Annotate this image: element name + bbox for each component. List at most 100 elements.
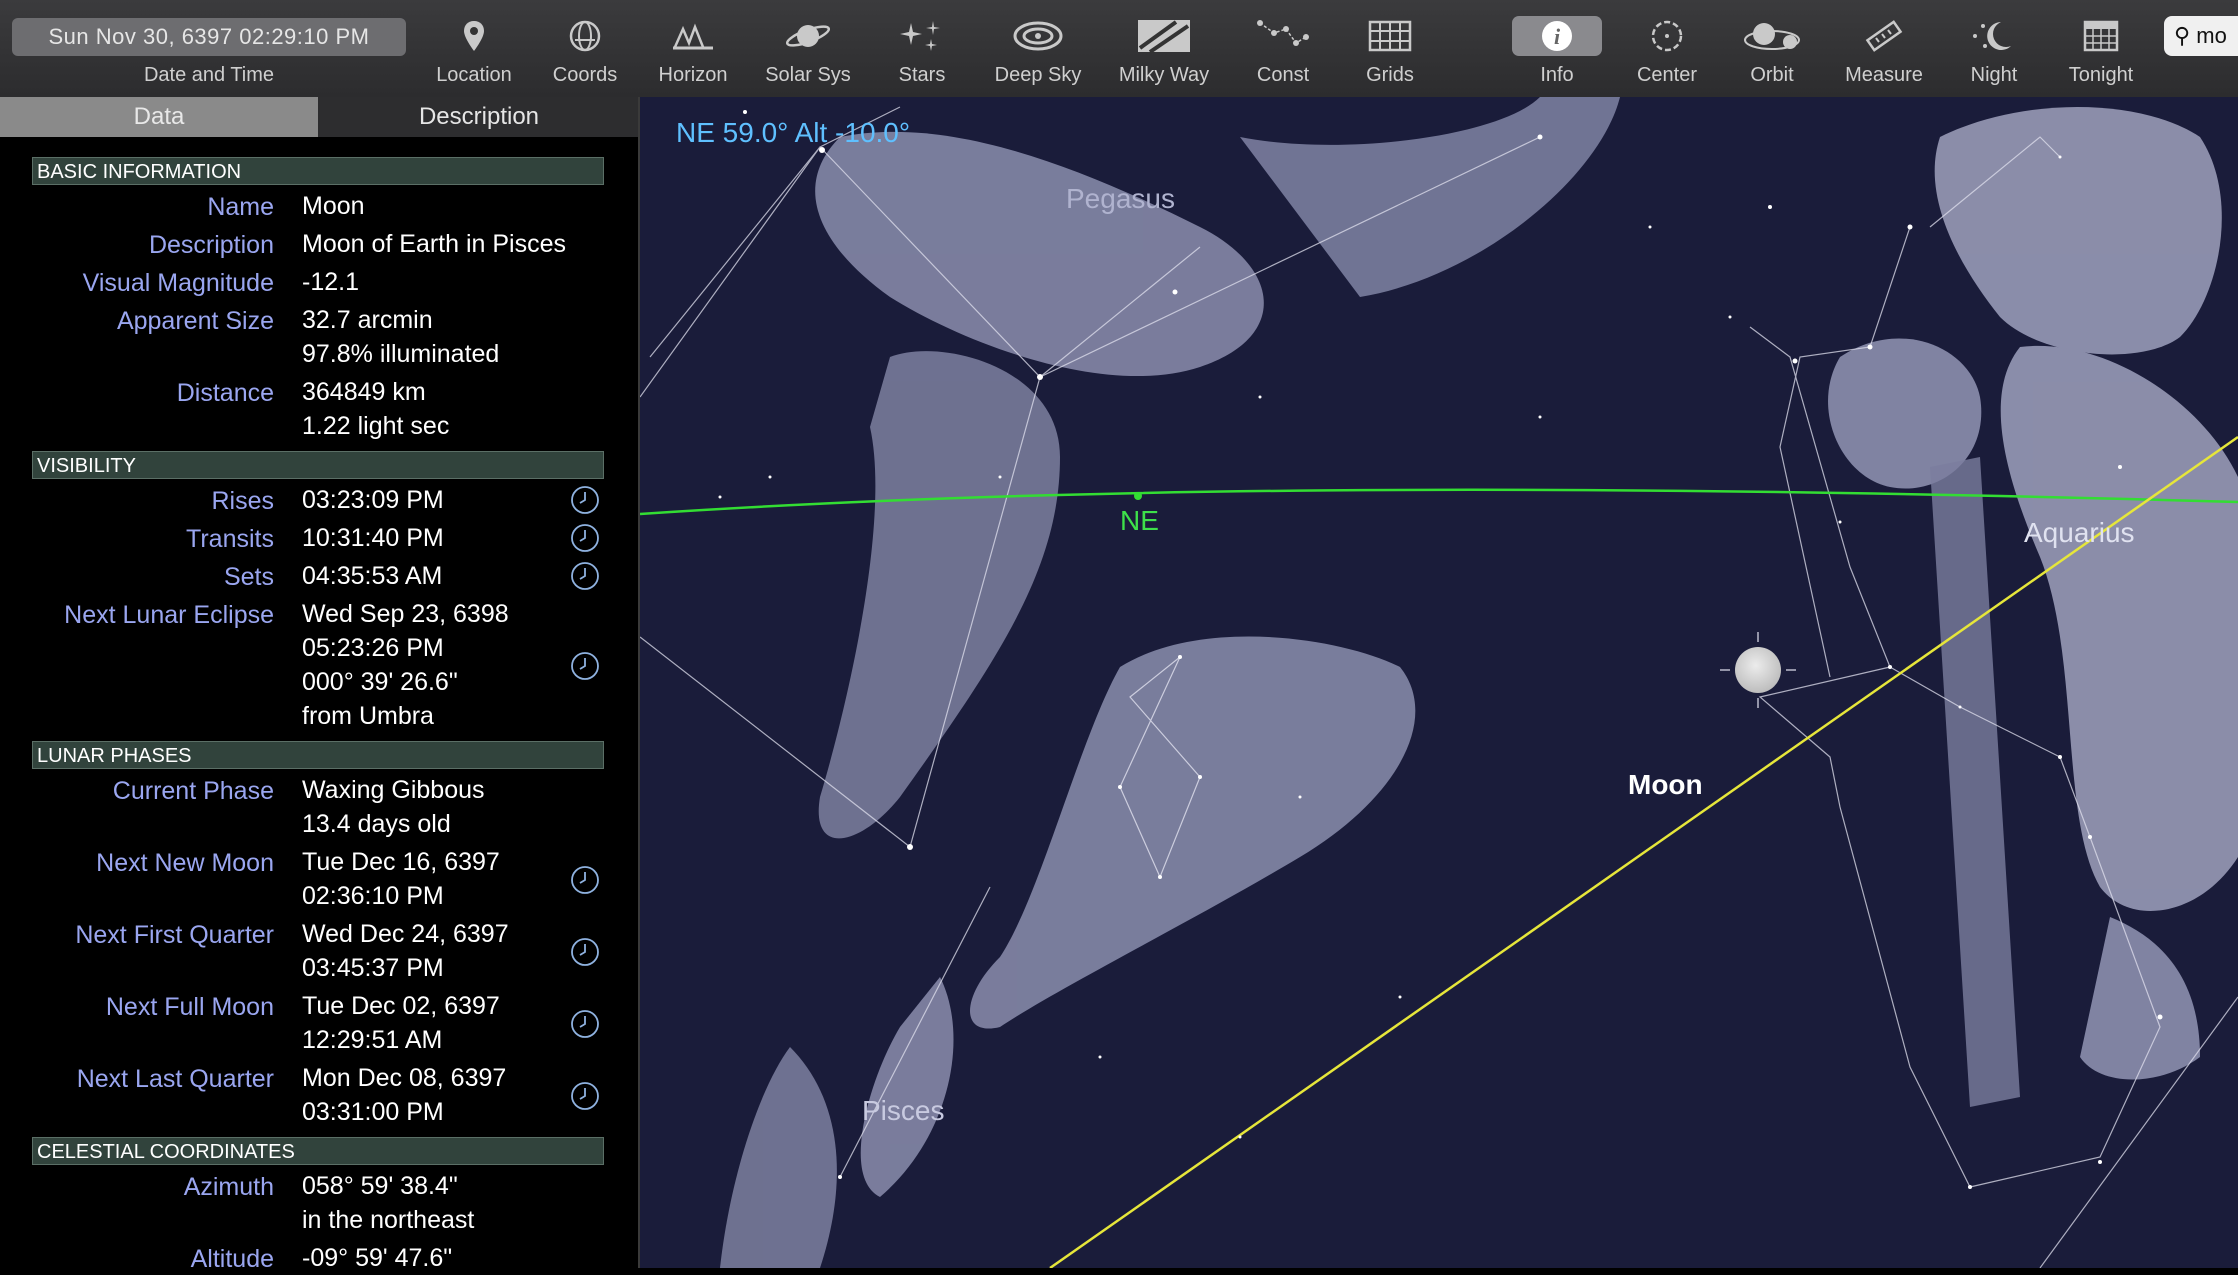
orbit-icon (1726, 16, 1818, 56)
center-label: Center (1636, 64, 1698, 86)
current-phase-value: Waxing Gibbous (302, 776, 485, 804)
tonight-label: Tonight (2068, 64, 2134, 86)
description-label: Description (148, 231, 274, 259)
panel-tabs: Data Description (0, 97, 638, 137)
horizon-marker (1134, 492, 1142, 500)
search-field[interactable]: ⚲ mo (2164, 16, 2238, 56)
stars-button[interactable]: Stars (876, 0, 968, 97)
coords-button[interactable]: Coords (540, 0, 630, 97)
sky-chart (640, 97, 2238, 1268)
eclipse-time-value: 05:23:26 PM (302, 634, 444, 662)
horizon-button[interactable]: Horizon (645, 0, 741, 97)
night-label: Night (1970, 64, 2018, 86)
measure-button[interactable]: Measure (1834, 0, 1934, 97)
center-icon (1622, 16, 1712, 56)
altitude-label: Altitude (190, 1245, 274, 1273)
deep-sky-label: Deep Sky (994, 64, 1082, 86)
toolbar: Sun Nov 30, 6397 02:29:10 PM Date and Ti… (0, 0, 2238, 98)
first-quarter-clock-icon[interactable] (570, 937, 600, 967)
full-moon-clock-icon[interactable] (570, 1009, 600, 1039)
visual-magnitude-value: -12.1 (302, 268, 359, 296)
grids-button[interactable]: Grids (1345, 0, 1435, 97)
horizon-label: Horizon (658, 64, 728, 86)
tonight-button[interactable]: Tonight (2054, 0, 2148, 97)
orbit-label: Orbit (1750, 64, 1794, 86)
tab-description[interactable]: Description (320, 97, 638, 137)
distance-km-value: 364849 km (302, 378, 426, 406)
grid-icon (1345, 16, 1435, 56)
milky-way-icon (1108, 16, 1220, 56)
illumination-value: 97.8% illuminated (302, 340, 500, 368)
stars-label: Stars (898, 64, 946, 86)
aquarius-artwork (1828, 107, 2238, 1107)
name-label: Name (207, 193, 274, 221)
apparent-size-value: 32.7 arcmin (302, 306, 433, 334)
constellation-label-aquarius[interactable]: Aquarius (2024, 517, 2135, 549)
description-value: Moon of Earth in Pisces (302, 230, 567, 258)
apparent-size-label: Apparent Size (116, 307, 274, 335)
solar-sys-button[interactable]: Solar Sys (758, 0, 858, 97)
sky-view[interactable]: NE 59.0° Alt -10.0° NE Pegasus Aquarius … (640, 97, 2238, 1268)
sets-label: Sets (223, 563, 274, 591)
constellation-label-pegasus[interactable]: Pegasus (1066, 183, 1175, 215)
section-visibility: VISIBILITY (32, 451, 604, 479)
tab-data[interactable]: Data (0, 97, 318, 137)
constellation-icon (1238, 16, 1328, 56)
rises-label: Rises (211, 487, 274, 515)
horizon-direction-label: NE (1120, 505, 1159, 536)
ruler-icon (1834, 16, 1934, 56)
next-new-moon-time: 02:36:10 PM (302, 882, 444, 910)
next-new-moon-label: Next New Moon (96, 849, 274, 877)
measure-label: Measure (1845, 64, 1923, 86)
date-time-field[interactable]: Sun Nov 30, 6397 02:29:10 PM (12, 18, 406, 56)
next-last-quarter-time: 03:31:00 PM (302, 1098, 444, 1126)
deep-sky-button[interactable]: Deep Sky (982, 0, 1094, 97)
search-icon: ⚲ (2174, 23, 2191, 48)
next-first-quarter-time: 03:45:37 PM (302, 954, 444, 982)
info-panel: Data Description BASIC INFORMATION Name … (0, 97, 640, 1273)
new-moon-clock-icon[interactable] (570, 865, 600, 895)
info-icon: i (1512, 16, 1602, 56)
const-label: Const (1256, 64, 1310, 86)
pisces-artwork (720, 636, 1416, 1268)
location-label: Location (436, 64, 512, 86)
next-first-quarter-date: Wed Dec 24, 6397 (302, 920, 509, 948)
coords-icon (540, 16, 630, 56)
view-coordinates-readout: NE 59.0° Alt -10.0° (676, 117, 911, 148)
moon-icon (1950, 16, 2038, 56)
distance-label: Distance (176, 379, 274, 407)
azimuth-label: Azimuth (183, 1173, 274, 1201)
grids-label: Grids (1366, 64, 1414, 86)
phase-age-value: 13.4 days old (302, 810, 451, 838)
milky-way-label: Milky Way (1118, 64, 1210, 86)
night-button[interactable]: Night (1950, 0, 2038, 97)
name-value: Moon (302, 192, 365, 220)
horizon-icon (645, 16, 741, 56)
moon-label[interactable]: Moon (1628, 769, 1703, 801)
orbit-button[interactable]: Orbit (1726, 0, 1818, 97)
center-button[interactable]: Center (1622, 0, 1712, 97)
search-input[interactable]: mo (2196, 23, 2227, 48)
info-label: Info (1540, 64, 1574, 86)
date-time-label: Date and Time (143, 64, 275, 86)
const-button[interactable]: Const (1238, 0, 1328, 97)
transits-clock-icon[interactable] (570, 523, 600, 553)
transits-label: Transits (186, 525, 274, 553)
svg-text:i: i (1554, 24, 1561, 49)
eclipse-type-value: from Umbra (302, 702, 434, 730)
saturn-icon (758, 16, 858, 56)
next-last-quarter-date: Mon Dec 08, 6397 (302, 1064, 507, 1092)
rises-clock-icon[interactable] (570, 485, 600, 515)
milky-way-button[interactable]: Milky Way (1108, 0, 1220, 97)
section-basic-information: BASIC INFORMATION (32, 157, 604, 185)
location-button[interactable]: Location (428, 0, 520, 97)
last-quarter-clock-icon[interactable] (570, 1081, 600, 1111)
next-first-quarter-label: Next First Quarter (75, 921, 274, 949)
moon-disc (1735, 647, 1781, 693)
next-new-moon-date: Tue Dec 16, 6397 (302, 848, 500, 876)
eclipse-clock-icon[interactable] (570, 651, 600, 681)
sets-clock-icon[interactable] (570, 561, 600, 591)
info-button[interactable]: i Info (1502, 0, 1612, 97)
eclipse-date-value: Wed Sep 23, 6398 (302, 600, 509, 628)
constellation-label-pisces[interactable]: Pisces (862, 1095, 944, 1127)
